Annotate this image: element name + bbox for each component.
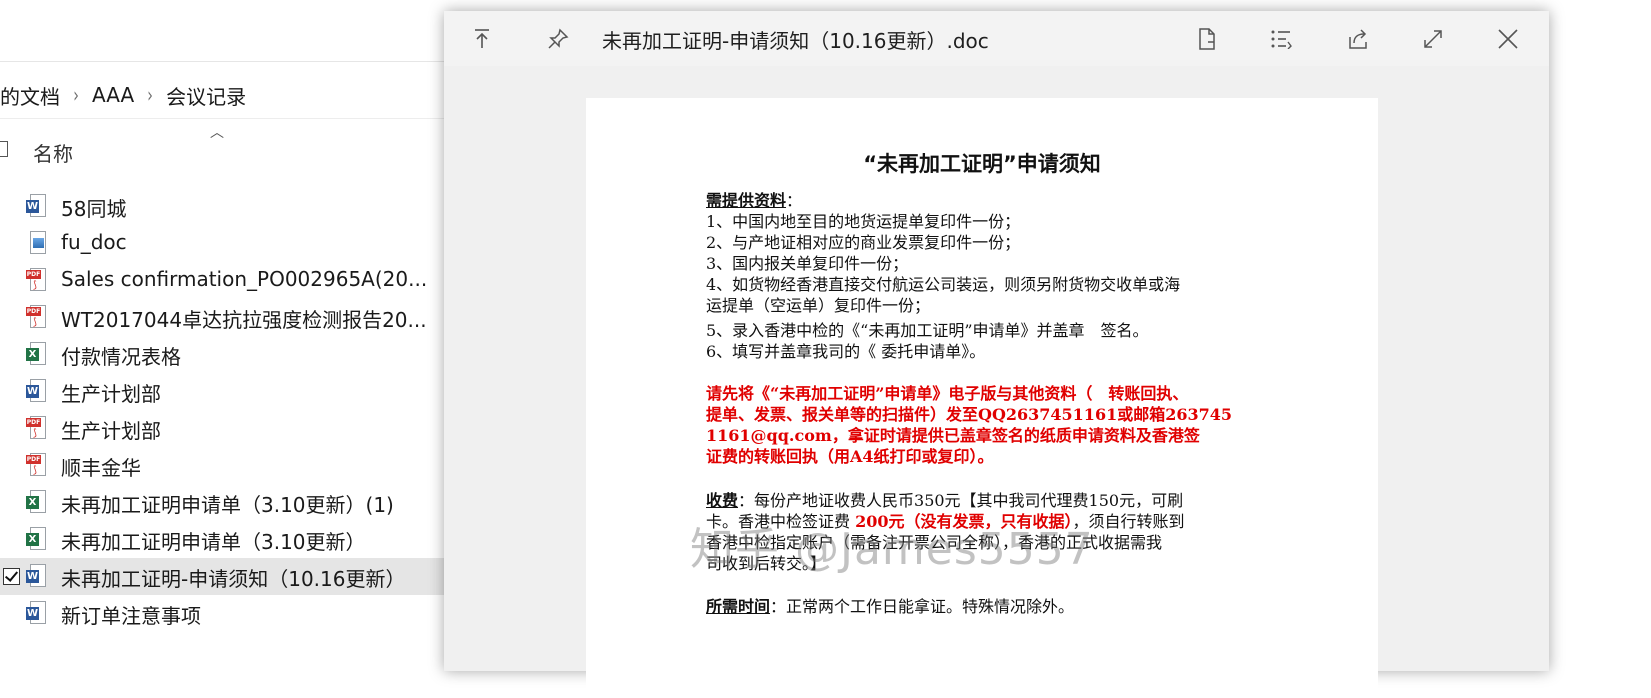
file-icon-slot: PDF ⟆ xyxy=(26,416,48,440)
file-list: W58同城2fu_doc2PDF⟆Sales confirmation_PO00… xyxy=(0,188,470,632)
file-icon-slot xyxy=(26,231,48,255)
file-icon-slot: X xyxy=(26,342,48,366)
file-row[interactable]: W未再加工证明-申请须知（10.16更新）2 xyxy=(0,558,470,595)
file-icon-slot: PDF ⟆ xyxy=(26,305,48,329)
excel-file-icon: X xyxy=(26,342,48,366)
file-name: 未再加工证明申请单（3.10更新） xyxy=(61,530,366,554)
list-item: 运提单（空运单）复印件一份； xyxy=(706,296,931,315)
pin-top-icon[interactable] xyxy=(464,21,500,57)
file-name: 生产计划部 xyxy=(61,419,161,443)
open-file-icon[interactable] xyxy=(1189,21,1225,57)
file-row[interactable]: X未再加工证明申请单（3.10更新）(1)2 xyxy=(0,484,470,521)
pdf-file-icon: PDF ⟆ xyxy=(26,305,48,329)
preview-body[interactable]: “未再加工证明”申请须知 需提供资料： 1、中国内地至目的地货运提单复印件一份；… xyxy=(444,66,1549,698)
file-name: fu_doc xyxy=(61,230,127,254)
red-notice-line: 证费的转账回执（用A4纸打印或复印）。 xyxy=(706,447,994,466)
watermark: 知乎 @James5557 xyxy=(690,524,1094,575)
file-name: 未再加工证明申请单（3.10更新）(1) xyxy=(61,493,394,517)
file-icon-slot: PDF ⟆ xyxy=(26,453,48,477)
breadcrumb: 的文档 › AAA › 会议记录 xyxy=(0,80,246,110)
document-title: “未再加工证明”申请须知 xyxy=(863,152,1101,176)
document-page: “未再加工证明”申请须知 需提供资料： 1、中国内地至目的地货运提单复印件一份；… xyxy=(586,98,1378,698)
file-row[interactable]: fu_doc2 xyxy=(0,225,470,262)
file-icon-slot: W xyxy=(26,194,48,218)
file-row[interactable]: X付款情况表格2 xyxy=(0,336,470,373)
file-icon-slot: W xyxy=(26,601,48,625)
file-icon-slot: X xyxy=(26,490,48,514)
close-icon[interactable] xyxy=(1490,21,1526,57)
breadcrumb-item-aaa[interactable]: AAA xyxy=(92,83,134,107)
image-file-icon xyxy=(26,231,48,255)
excel-file-icon: X xyxy=(26,490,48,514)
file-row[interactable]: PDF⟆顺丰金华2 xyxy=(0,447,470,484)
file-icon-slot: W xyxy=(26,379,48,403)
share-icon[interactable] xyxy=(1340,21,1376,57)
sort-ascending-icon: ︿ xyxy=(210,125,224,141)
chevron-right-icon: › xyxy=(73,83,79,107)
pdf-file-icon: PDF ⟆ xyxy=(26,416,48,440)
requirements-label: 需提供资料 xyxy=(706,191,787,210)
preview-title: 未再加工证明-申请须知（10.16更新）.doc xyxy=(602,29,989,53)
fee-line: 收费：每份产地证收费人民币350元【其中我司代理费150元，可刷 xyxy=(706,490,1183,511)
file-name: 顺丰金华 xyxy=(61,456,141,480)
list-icon[interactable] xyxy=(1264,21,1300,57)
excel-file-icon: X xyxy=(26,527,48,551)
file-row[interactable]: PDF⟆WT2017044卓达抗拉强度检测报告20...2 xyxy=(0,299,470,336)
file-row[interactable]: X未再加工证明申请单（3.10更新）2 xyxy=(0,521,470,558)
list-item: 3、国内报关单复印件一份； xyxy=(706,254,909,273)
pdf-file-icon: PDF ⟆ xyxy=(26,453,48,477)
row-checkbox[interactable] xyxy=(3,568,20,585)
column-header-name[interactable]: 名称 xyxy=(33,138,73,167)
file-row[interactable]: PDF⟆生产计划部2 xyxy=(0,410,470,447)
file-row[interactable]: W生产计划部2 xyxy=(0,373,470,410)
expand-icon[interactable] xyxy=(1415,21,1451,57)
list-item: 6、填写并盖章我司的《 委托申请单》。 xyxy=(706,342,986,361)
file-row[interactable]: PDF⟆Sales confirmation_PO002965A(20...2 xyxy=(0,262,470,299)
file-name: Sales confirmation_PO002965A(20... xyxy=(61,267,428,291)
word-file-icon: W xyxy=(26,379,48,403)
word-file-icon: W xyxy=(26,194,48,218)
word-file-icon: W xyxy=(26,564,48,588)
file-name: 58同城 xyxy=(61,197,127,221)
pin-icon[interactable] xyxy=(540,21,576,57)
list-item: 4、如货物经香港直接交付航运公司装运，则须另附货物交收单或海 xyxy=(706,275,1181,294)
fee-label: 收费 xyxy=(706,491,739,510)
time-label: 所需时间 xyxy=(706,597,771,616)
file-name: 生产计划部 xyxy=(61,382,161,406)
file-name: 付款情况表格 xyxy=(61,345,181,369)
requirements-colon: ： xyxy=(786,191,803,210)
select-all-checkbox[interactable] xyxy=(0,141,8,157)
preview-titlebar: 未再加工证明-申请须知（10.16更新）.doc xyxy=(444,11,1549,66)
time-text: ：正常两个工作日能拿证。特殊情况除外。 xyxy=(770,597,1075,616)
file-row[interactable]: W58同城2 xyxy=(0,188,470,225)
column-header: ︿ 名称 修 xyxy=(0,124,475,180)
red-notice-line: 请先将《“未再加工证明”申请单》电子版与其他资料（ 转账回执、 xyxy=(706,384,1189,403)
breadcrumb-item-meetings[interactable]: 会议记录 xyxy=(166,81,246,110)
file-name: 未再加工证明-申请须知（10.16更新） xyxy=(61,567,406,591)
file-row[interactable]: W新订单注意事项2 xyxy=(0,595,470,632)
file-name: WT2017044卓达抗拉强度检测报告20... xyxy=(61,308,427,332)
file-icon-slot: W xyxy=(26,564,48,588)
pdf-file-icon: PDF ⟆ xyxy=(26,268,48,292)
file-name: 新订单注意事项 xyxy=(61,604,201,628)
chevron-right-icon: › xyxy=(147,83,153,107)
time-line: 所需时间：正常两个工作日能拿证。特殊情况除外。 xyxy=(706,596,1074,617)
requirements-heading: 需提供资料： xyxy=(706,190,802,211)
fee-text: ：每份产地证收费人民币350元【其中我司代理费150元，可刷 xyxy=(738,491,1184,510)
file-icon-slot: X xyxy=(26,527,48,551)
list-item: 2、与产地证相对应的商业发票复印件一份； xyxy=(706,233,1021,252)
word-file-icon: W xyxy=(26,601,48,625)
list-item: 1、中国内地至目的地货运提单复印件一份； xyxy=(706,212,1021,231)
red-notice-line: 提单、发票、报关单等的扫描件）发至QQ2637451161或邮箱263745 xyxy=(706,405,1233,424)
red-notice-line: 1161@qq.com，拿证时请提供已盖章签名的纸质申请资料及香港签 xyxy=(706,426,1200,445)
file-icon-slot: PDF ⟆ xyxy=(26,268,48,292)
breadcrumb-item-documents[interactable]: 的文档 xyxy=(0,81,60,110)
list-item: 5、录入香港中检的《“未再加工证明”申请单》并盖章 签名。 xyxy=(706,321,1149,340)
